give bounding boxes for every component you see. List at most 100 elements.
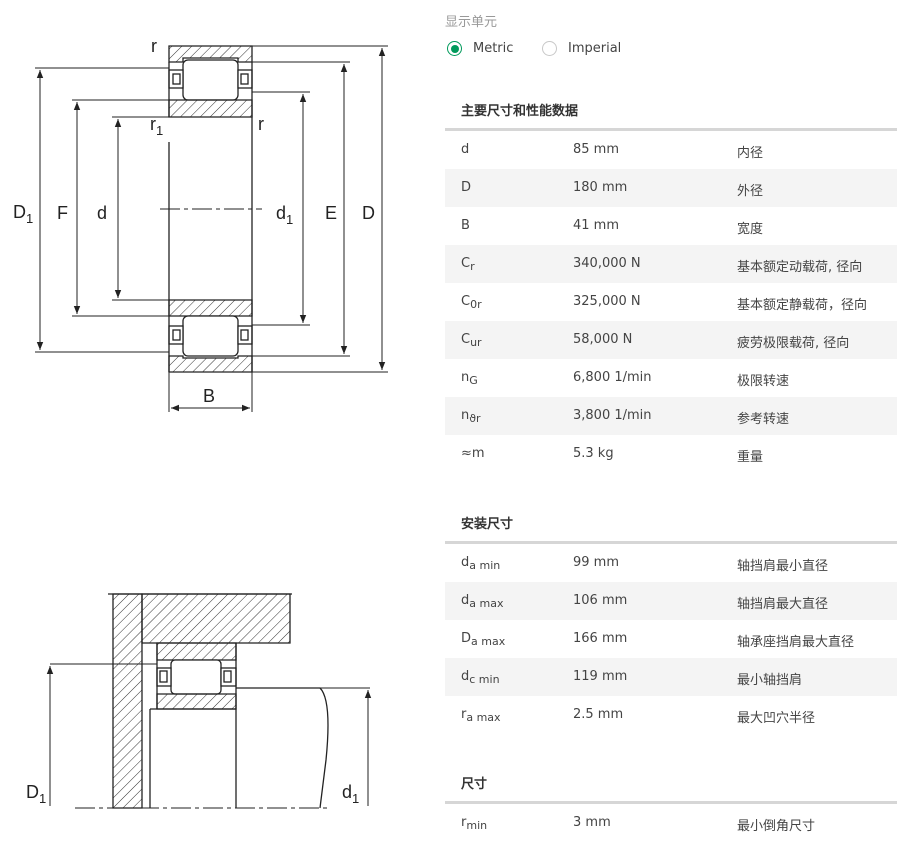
table-row: da max 106 mm 轴挡肩最大直径	[445, 582, 897, 620]
row-value: 180 mm	[573, 180, 628, 195]
row-description: 轴挡肩最大直径	[737, 597, 829, 612]
row-symbol-sub: a max	[466, 711, 501, 724]
row-value: 2.5 mm	[573, 707, 624, 722]
row-description: 内径	[737, 146, 764, 161]
row-symbol: da max	[461, 593, 503, 610]
row-symbol-main: C	[461, 332, 471, 347]
unit-label: 显示单元	[445, 15, 498, 30]
row-symbol: ra max	[461, 707, 501, 724]
row-symbol-main: n	[461, 408, 470, 423]
mounting-labels: D1 d1	[26, 782, 359, 806]
label-E: E	[325, 203, 337, 223]
row-description: 最大凹穴半径	[737, 711, 816, 726]
row-description: 轴挡肩最小直径	[737, 559, 829, 574]
row-value: 41 mm	[573, 218, 620, 233]
row-description: 宽度	[737, 222, 764, 237]
row-symbol: C0r	[461, 294, 482, 311]
drawings-area: r r1 r D1 F d d1 E D B D1 d1	[0, 0, 440, 840]
row-symbol-main: C	[461, 256, 471, 271]
row-symbol-sub: G	[469, 374, 478, 387]
row-description: 最小倒角尺寸	[737, 819, 816, 834]
radio-imperial[interactable]: Imperial	[542, 41, 621, 56]
row-symbol: nG	[461, 370, 478, 387]
row-description: 疲劳极限载荷, 径向	[737, 336, 850, 351]
table-row: da min 99 mm 轴挡肩最小直径	[445, 544, 897, 582]
label-mount-D1: D1	[26, 782, 46, 806]
row-symbol: nϑr	[461, 408, 481, 425]
label-d1: d1	[276, 203, 293, 227]
label-mount-d1: d1	[342, 782, 359, 806]
label-r-top: r	[151, 36, 157, 56]
row-symbol-sub: r	[470, 260, 475, 273]
row-symbol: Da max	[461, 631, 505, 648]
table-row: C0r 325,000 N 基本额定静载荷，径向	[445, 283, 897, 321]
label-F: F	[57, 203, 68, 223]
row-value: 119 mm	[573, 669, 628, 684]
row-symbol-main: B	[461, 218, 470, 233]
row-description: 参考转速	[737, 412, 790, 427]
row-symbol-sub: c min	[469, 673, 500, 686]
row-symbol: Cur	[461, 332, 482, 349]
row-symbol-main: ≈m	[461, 446, 485, 461]
label-D1: D1	[13, 202, 33, 226]
label-r-right: r	[258, 114, 264, 134]
row-symbol-main: d	[461, 142, 470, 157]
table-row: nG 6,800 1/min 极限转速	[445, 359, 897, 397]
bearing-cross-section	[160, 45, 262, 373]
table-row: Da max 166 mm 轴承座挡肩最大直径	[445, 620, 897, 658]
row-value: 58,000 N	[573, 332, 633, 347]
section-title-mounting: 安装尺寸	[461, 517, 514, 532]
row-symbol: D	[461, 180, 471, 197]
table-row: ra max 2.5 mm 最大凹穴半径	[445, 696, 897, 734]
label-B: B	[203, 386, 215, 406]
row-description: 最小轴挡肩	[737, 673, 803, 688]
row-description: 重量	[737, 450, 764, 465]
row-symbol-sub: a max	[471, 635, 506, 648]
label-D: D	[362, 203, 375, 223]
radio-unchecked-icon	[542, 41, 557, 56]
row-symbol-sub: ur	[470, 336, 482, 349]
table-row: Cr 340,000 N 基本额定动载荷, 径向	[445, 245, 897, 283]
row-symbol: ≈m	[461, 446, 485, 463]
radio-metric-label: Metric	[473, 41, 514, 56]
row-symbol-sub: a max	[469, 597, 504, 610]
row-symbol: Cr	[461, 256, 475, 273]
row-symbol-sub: 0r	[470, 298, 482, 311]
row-description: 轴承座挡肩最大直径	[737, 635, 855, 650]
row-symbol-main: D	[461, 180, 472, 195]
row-symbol: B	[461, 218, 470, 235]
row-value: 85 mm	[573, 142, 620, 157]
row-value: 340,000 N	[573, 256, 641, 271]
row-symbol: d	[461, 142, 469, 159]
radio-checked-icon	[447, 41, 462, 56]
row-value: 106 mm	[573, 593, 628, 608]
table-row: d 85 mm 内径	[445, 131, 897, 169]
row-symbol-main: n	[461, 370, 470, 385]
table-row: D 180 mm 外径	[445, 169, 897, 207]
row-symbol-sub: min	[466, 819, 488, 832]
bearing-drawing: r r1 r D1 F d d1 E D B D1 d1	[13, 36, 388, 809]
row-description: 外径	[737, 184, 764, 199]
table-row: dc min 119 mm 最小轴挡肩	[445, 658, 897, 696]
row-value: 3,800 1/min	[573, 408, 652, 423]
row-value: 325,000 N	[573, 294, 641, 309]
row-symbol-sub: ϑr	[469, 412, 481, 425]
table-row: Cur 58,000 N 疲劳极限载荷, 径向	[445, 321, 897, 359]
row-value: 99 mm	[573, 555, 620, 570]
table-row: ≈m 5.3 kg 重量	[445, 435, 897, 473]
mounting-drawing	[46, 593, 372, 809]
row-value: 5.3 kg	[573, 446, 614, 461]
table-row: rmin 3 mm 最小倒角尺寸	[445, 804, 897, 842]
radio-imperial-label: Imperial	[568, 41, 622, 56]
label-d: d	[97, 203, 107, 223]
radio-metric[interactable]: Metric	[447, 41, 513, 56]
row-value: 166 mm	[573, 631, 628, 646]
row-description: 基本额定静载荷，径向	[737, 298, 868, 313]
label-r1: r1	[150, 114, 163, 138]
row-value: 6,800 1/min	[573, 370, 652, 385]
row-value: 3 mm	[573, 815, 611, 830]
row-symbol-main: D	[461, 631, 472, 646]
row-symbol: rmin	[461, 815, 487, 832]
row-symbol: da min	[461, 555, 500, 572]
row-symbol-sub: a min	[469, 559, 501, 572]
